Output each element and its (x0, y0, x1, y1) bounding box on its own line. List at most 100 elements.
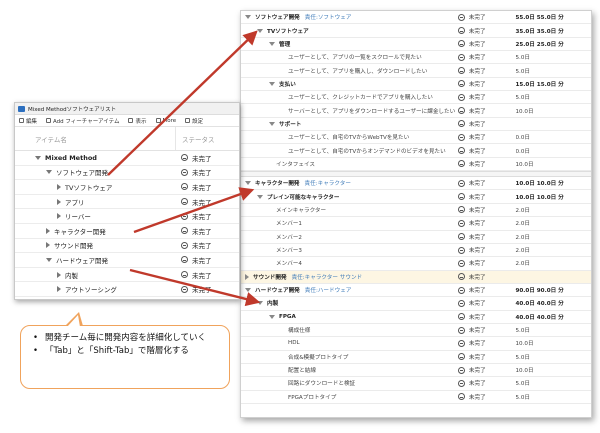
collapse-arrow-icon[interactable] (257, 301, 263, 306)
list-item[interactable]: 内製 未完了 (15, 268, 239, 283)
status-cell[interactable]: 未完了 (457, 120, 516, 128)
status-cell[interactable]: 未完了 (457, 233, 516, 241)
collapse-arrow-icon[interactable] (245, 181, 251, 186)
status-cell[interactable]: 未完了 (457, 53, 516, 61)
status-cell[interactable]: 未完了 (457, 193, 516, 201)
status-cell[interactable]: 未完了 (457, 179, 516, 187)
table-row[interactable]: ユーザーとして、クレジットカードでアプリを購入したい 未完了 5.0日 (241, 91, 591, 105)
status-cell[interactable]: 未完了 (175, 226, 212, 236)
status-cell[interactable]: 未完了 (175, 197, 212, 207)
status-cell[interactable]: 未完了 (457, 286, 516, 294)
toolbar-button-3[interactable]: More (155, 118, 176, 124)
status-cell[interactable]: 未完了 (175, 211, 212, 221)
status-cell[interactable]: 未完了 (457, 40, 516, 48)
status-cell[interactable]: 未完了 (457, 67, 516, 75)
collapse-arrow-icon[interactable] (245, 15, 251, 20)
status-cell[interactable]: 未完了 (175, 153, 212, 163)
status-cell[interactable]: 未完了 (457, 366, 516, 374)
expand-arrow-icon[interactable] (57, 183, 61, 190)
table-row[interactable]: メインキャラクター 未完了 2.0日 (241, 204, 591, 218)
list-item[interactable]: ソフトウェア開発 未完了 (15, 166, 239, 181)
status-cell[interactable]: 未完了 (175, 167, 212, 177)
expand-arrow-icon[interactable] (46, 242, 50, 249)
list-item[interactable]: キャラクター開発 未完了 (15, 224, 239, 239)
table-row[interactable]: メンバー2 未完了 2.0日 (241, 231, 591, 244)
table-row[interactable]: サポート 未完了 (241, 118, 591, 132)
status-cell[interactable]: 未完了 (457, 246, 516, 254)
status-cell[interactable]: 未完了 (175, 270, 212, 280)
table-row[interactable]: ユーザーとして、自宅のTVからオンデマンドのビデオを見たい 未完了 0.0日 (241, 144, 591, 158)
status-cell[interactable]: 未完了 (457, 133, 516, 141)
table-row[interactable]: HDL 未完了 10.0日 (241, 337, 591, 351)
table-row[interactable]: メンバー3 未完了 2.0日 (241, 244, 591, 258)
list-item[interactable]: ハードウェア開発 未完了 (15, 253, 239, 268)
expand-arrow-icon[interactable] (57, 198, 61, 205)
column-header-status[interactable]: ステータス (175, 127, 215, 150)
table-row[interactable]: サーバーとして、アプリをダウンロードするユーザーに課金したい 未完了 10.0日 (241, 104, 591, 118)
table-row[interactable]: メンバー4 未完了 2.0日 (241, 257, 591, 271)
table-row[interactable]: メンバー1 未完了 2.0日 (241, 217, 591, 231)
table-row[interactable]: 支払い 未完了 15.0日 15.0日 分 (241, 78, 591, 92)
status-cell[interactable]: 未完了 (457, 299, 516, 307)
table-row[interactable]: ハードウェア開発 責任:ハードウェア 未完了 90.0日 90.0日 分 (241, 284, 591, 298)
table-row[interactable]: ユーザーとして、自宅のTVからWebTVを見たい 未完了 0.0日 (241, 131, 591, 145)
expand-arrow-icon[interactable] (57, 271, 61, 278)
status-cell[interactable]: 未完了 (457, 27, 516, 35)
table-row[interactable]: ソフトウェア開発 責任:ソフトウェア 未完了 55.0日 55.0日 分 (241, 11, 591, 25)
toolbar-button-2[interactable]: 表示 (128, 117, 147, 125)
expand-arrow-icon[interactable] (57, 213, 61, 220)
toolbar-button-4[interactable]: 設定 (185, 117, 203, 125)
table-row[interactable]: 構成仕様 未完了 5.0日 (241, 324, 591, 338)
table-row[interactable]: 配置と結線 未完了 10.0日 (241, 364, 591, 378)
list-item[interactable]: サウンド開発 未完了 (15, 239, 239, 254)
table-row[interactable]: サウンド開発 責任:キャラクター サウンド 未完了 (241, 270, 591, 284)
status-cell[interactable]: 未完了 (457, 313, 516, 321)
collapse-arrow-icon[interactable] (46, 257, 52, 262)
expand-arrow-icon[interactable] (245, 273, 249, 280)
table-row[interactable]: ユーザーとして、アプリを購入し、ダウンロードしたい 未完了 5.0日 (241, 64, 591, 78)
status-cell[interactable]: 未完了 (457, 339, 516, 347)
collapse-arrow-icon[interactable] (269, 121, 275, 126)
status-cell[interactable]: 未完了 (457, 206, 516, 214)
list-item[interactable]: リーバー 未完了 (15, 209, 239, 224)
status-cell[interactable]: 未完了 (457, 80, 516, 88)
collapse-arrow-icon[interactable] (269, 314, 275, 319)
table-row[interactable]: FPGAプロトタイプ 未完了 5.0日 (241, 391, 591, 404)
status-cell[interactable]: 未完了 (457, 393, 516, 401)
collapse-arrow-icon[interactable] (257, 194, 263, 199)
status-cell[interactable]: 未完了 (457, 219, 516, 227)
table-row[interactable]: 管理 未完了 25.0日 25.0日 分 (241, 38, 591, 52)
list-item[interactable]: TVソフトウェア 未完了 (15, 180, 239, 195)
status-cell[interactable]: 未完了 (457, 160, 516, 168)
table-row[interactable]: FPGA 未完了 40.0日 40.0日 分 (241, 311, 591, 324)
collapse-arrow-icon[interactable] (257, 28, 263, 33)
column-header-name[interactable]: アイテム名 (15, 134, 175, 144)
list-item[interactable]: Mixed Method 未完了 (15, 151, 239, 166)
status-cell[interactable]: 未完了 (175, 284, 212, 294)
status-cell[interactable]: 未完了 (457, 13, 516, 21)
status-cell[interactable]: 未完了 (457, 259, 516, 267)
table-row[interactable]: TVソフトウェア 未完了 35.0日 35.0日 分 (241, 24, 591, 38)
status-cell[interactable]: 未完了 (175, 240, 212, 250)
table-row[interactable]: 内製 未完了 40.0日 40.0日 分 (241, 297, 591, 311)
table-row[interactable]: 合成&模擬プロトタイプ 未完了 5.0日 (241, 351, 591, 364)
table-row[interactable]: 回路にダウンロードと検証 未完了 5.0日 (241, 377, 591, 391)
status-cell[interactable]: 未完了 (457, 273, 516, 281)
status-cell[interactable]: 未完了 (175, 182, 212, 192)
status-cell[interactable]: 未完了 (457, 353, 516, 361)
toolbar-button-0[interactable]: 編集 (19, 117, 37, 125)
table-row[interactable]: インタフェイス 未完了 10.0日 (241, 158, 591, 172)
list-item[interactable]: アウトソーシング 未完了 (15, 282, 239, 297)
table-row[interactable]: ユーザーとして、アプリの一覧をスクロールで見たい 未完了 5.0日 (241, 51, 591, 65)
status-cell[interactable]: 未完了 (175, 255, 212, 265)
collapse-arrow-icon[interactable] (245, 288, 251, 293)
expand-arrow-icon[interactable] (57, 286, 61, 293)
collapse-arrow-icon[interactable] (269, 41, 275, 46)
status-cell[interactable]: 未完了 (457, 326, 516, 334)
table-row[interactable]: プレイン可能なキャラクター 未完了 10.0日 10.0日 分 (241, 190, 591, 204)
collapse-arrow-icon[interactable] (269, 81, 275, 86)
collapse-arrow-icon[interactable] (35, 155, 41, 160)
expand-arrow-icon[interactable] (46, 227, 50, 234)
status-cell[interactable]: 未完了 (457, 147, 516, 155)
collapse-arrow-icon[interactable] (46, 170, 52, 175)
